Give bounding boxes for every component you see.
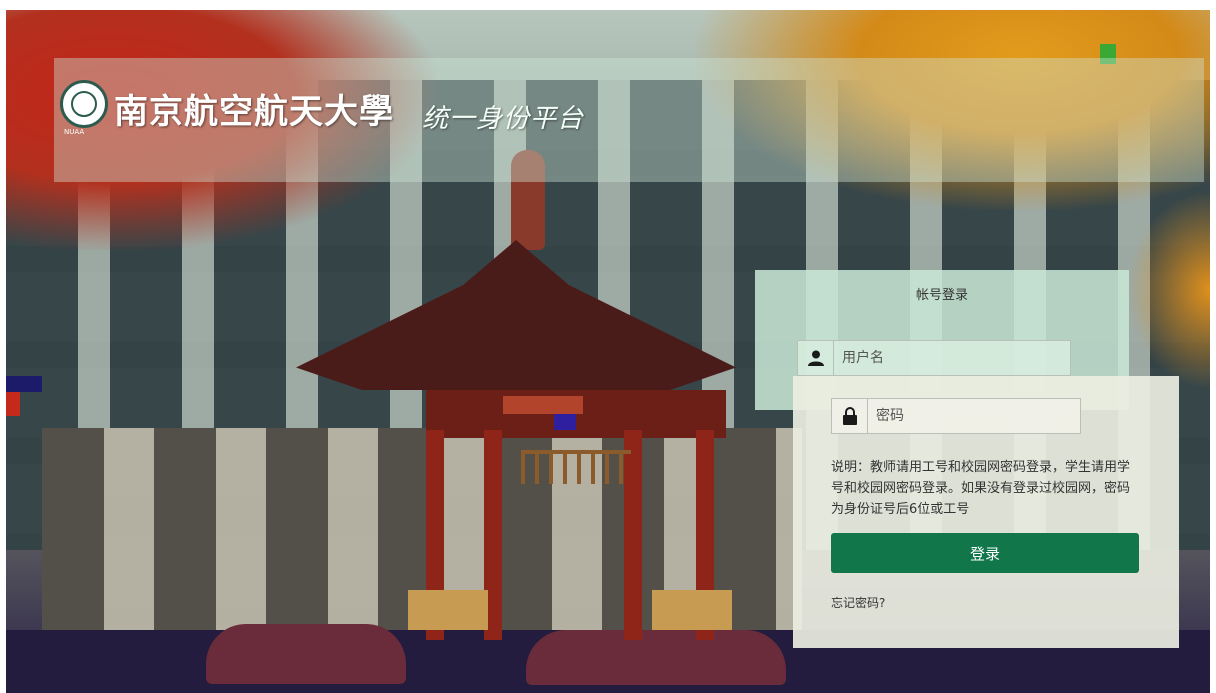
bush (526, 630, 786, 685)
render-artifact (6, 392, 20, 416)
pavilion-bench (408, 590, 488, 630)
login-button[interactable]: 登录 (831, 533, 1139, 573)
pavilion-lattice (521, 450, 631, 484)
university-name: 南京航空航天大學 (114, 92, 394, 132)
login-title: 帐号登录 (915, 288, 968, 303)
university-seal-icon (60, 80, 108, 128)
password-input[interactable] (868, 399, 1080, 433)
university-abbr: NUAA (64, 128, 85, 136)
yellow-maple-leaves-right (1126, 190, 1210, 390)
render-artifact (554, 414, 576, 430)
lock-icon (832, 399, 868, 433)
username-field-group (797, 340, 1071, 376)
password-field-group (831, 398, 1081, 434)
pavilion-plaque (503, 396, 583, 414)
user-icon (798, 341, 834, 375)
render-artifact (6, 376, 42, 392)
pavilion-bench (652, 590, 732, 630)
username-input[interactable] (834, 341, 1070, 375)
bush (206, 624, 406, 684)
login-instructions: 说明：教师请用工号和校园网密码登录，学生请用学号和校园网密码登录。如果没有登录过… (831, 460, 1131, 517)
platform-title: 统一身份平台 (422, 104, 585, 134)
forgot-password-link[interactable]: 忘记密码? (831, 594, 885, 611)
